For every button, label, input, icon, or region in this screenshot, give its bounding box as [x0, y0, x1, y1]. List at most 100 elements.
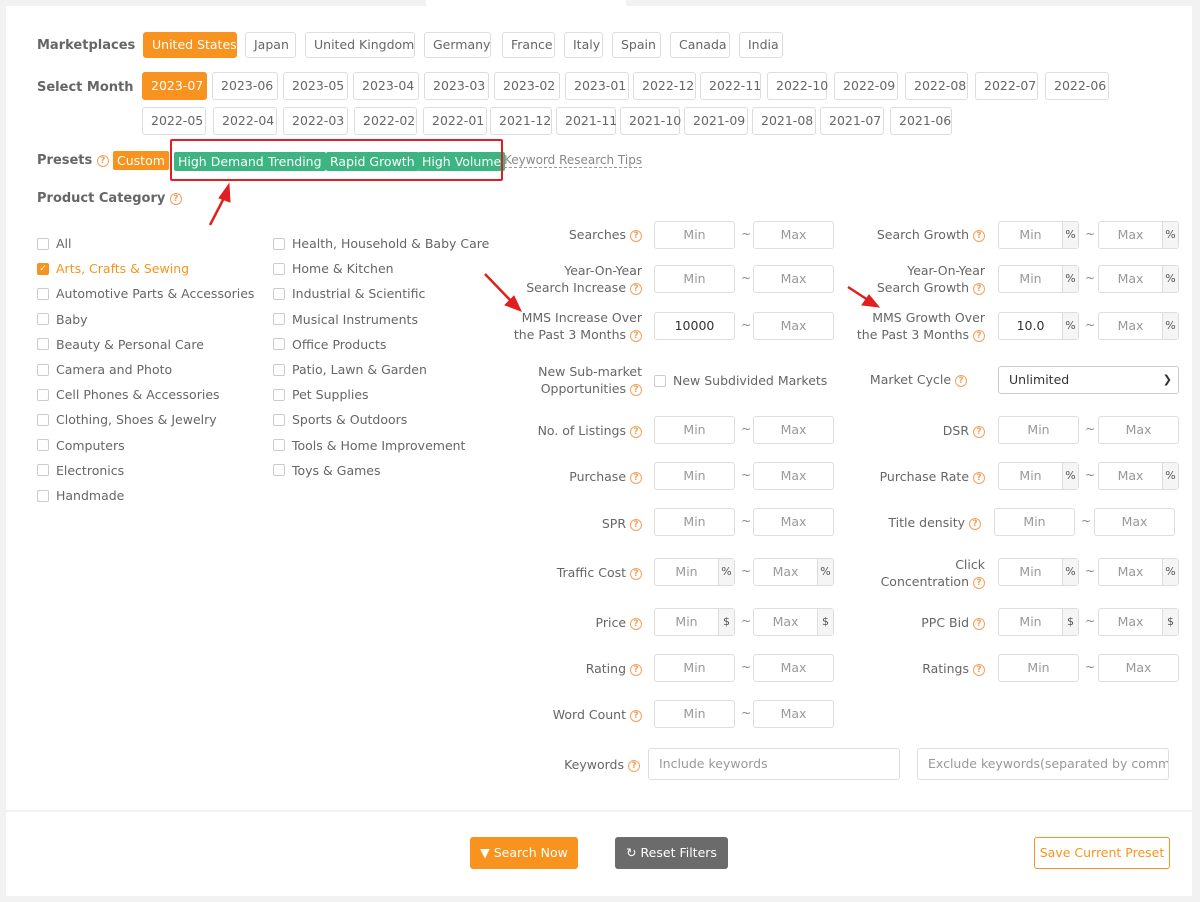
category-checkbox[interactable]: ✓ Arts, Crafts & Sewing: [37, 261, 189, 276]
checkbox-box[interactable]: [654, 374, 666, 387]
category-checkbox[interactable]: Electronics: [37, 463, 124, 478]
checkbox-box[interactable]: [273, 287, 285, 300]
checkbox-box[interactable]: [37, 388, 49, 401]
checkbox-box[interactable]: [273, 262, 285, 275]
rating-max-input[interactable]: Max: [753, 654, 834, 682]
checkbox-box[interactable]: [37, 413, 49, 426]
ratings-max-input[interactable]: Max: [1098, 654, 1179, 682]
checkbox-box[interactable]: [37, 439, 49, 452]
checkbox-box[interactable]: ✓: [37, 262, 49, 275]
category-checkbox[interactable]: Camera and Photo: [37, 362, 172, 377]
reset-filters-button[interactable]: ↻ Reset Filters: [615, 837, 728, 869]
checkbox-box[interactable]: [273, 388, 285, 401]
checkbox-box[interactable]: [37, 287, 49, 300]
purchase-rate-max-input[interactable]: Max%: [1098, 462, 1179, 490]
checkbox-box[interactable]: [273, 313, 285, 326]
checkbox-box[interactable]: [273, 237, 285, 250]
category-checkbox[interactable]: Musical Instruments: [273, 312, 418, 327]
help-icon[interactable]: ?: [630, 282, 642, 295]
word-count-max-input[interactable]: Max: [753, 700, 834, 728]
checkbox-box[interactable]: [37, 363, 49, 376]
help-icon[interactable]: ?: [969, 517, 981, 530]
traffic-cost-max-input[interactable]: Max%: [753, 558, 834, 586]
help-icon[interactable]: ?: [630, 229, 642, 242]
help-icon[interactable]: ?: [630, 425, 642, 438]
yoy-growth-max-input[interactable]: Max%: [1098, 265, 1179, 293]
checkbox-box[interactable]: [37, 313, 49, 326]
help-icon[interactable]: ?: [630, 617, 642, 630]
category-checkbox[interactable]: Tools & Home Improvement: [273, 438, 465, 453]
spr-max-input[interactable]: Max: [753, 508, 834, 536]
category-checkbox[interactable]: Handmade: [37, 488, 124, 503]
category-checkbox[interactable]: Pet Supplies: [273, 387, 369, 402]
category-checkbox[interactable]: Cell Phones & Accessories: [37, 387, 220, 402]
category-checkbox[interactable]: Computers: [37, 438, 125, 453]
help-icon[interactable]: ?: [630, 567, 642, 580]
help-icon[interactable]: ?: [955, 374, 967, 387]
category-checkbox[interactable]: Toys & Games: [273, 463, 381, 478]
checkbox-box[interactable]: [273, 363, 285, 376]
help-icon[interactable]: ?: [630, 471, 642, 484]
help-icon[interactable]: ?: [630, 383, 642, 396]
help-icon[interactable]: ?: [973, 282, 985, 295]
searches-min-input[interactable]: Min: [654, 221, 735, 249]
help-icon[interactable]: ?: [973, 576, 985, 589]
purchase-rate-min-input[interactable]: Min%: [998, 462, 1079, 490]
category-checkbox[interactable]: Baby: [37, 312, 88, 327]
purchase-min-input[interactable]: Min: [654, 462, 735, 490]
include-keywords-input[interactable]: Include keywords: [648, 748, 900, 780]
mms-increase-min-input[interactable]: 10000: [654, 312, 735, 340]
help-icon[interactable]: ?: [973, 617, 985, 630]
mms-increase-max-input[interactable]: Max: [753, 312, 834, 340]
word-count-min-input[interactable]: Min: [654, 700, 735, 728]
checkbox-box[interactable]: [37, 489, 49, 502]
checkbox-box[interactable]: [273, 413, 285, 426]
listings-min-input[interactable]: Min: [654, 416, 735, 444]
dsr-min-input[interactable]: Min: [998, 416, 1079, 444]
save-current-preset-button[interactable]: Save Current Preset: [1034, 837, 1170, 869]
help-icon[interactable]: ?: [973, 229, 985, 242]
checkbox-box[interactable]: [37, 338, 49, 351]
dsr-max-input[interactable]: Max: [1098, 416, 1179, 444]
ppc-bid-max-input[interactable]: Max $: [1098, 608, 1179, 636]
yoy-increase-max-input[interactable]: Max: [753, 265, 834, 293]
price-max-input[interactable]: Max $: [753, 608, 834, 636]
checkbox-box[interactable]: [273, 464, 285, 477]
checkbox-box[interactable]: [273, 439, 285, 452]
traffic-cost-min-input[interactable]: Min%: [654, 558, 735, 586]
help-icon[interactable]: ?: [630, 663, 642, 676]
category-checkbox[interactable]: Sports & Outdoors: [273, 412, 407, 427]
search-growth-max-input[interactable]: Max%: [1098, 221, 1179, 249]
help-icon[interactable]: ?: [630, 709, 642, 722]
click-concentration-max-input[interactable]: Max%: [1098, 558, 1179, 586]
checkbox-box[interactable]: [37, 464, 49, 477]
category-checkbox[interactable]: Office Products: [273, 337, 386, 352]
yoy-increase-min-input[interactable]: Min: [654, 265, 735, 293]
help-icon[interactable]: ?: [630, 329, 642, 342]
checkbox-box[interactable]: [273, 338, 285, 351]
category-checkbox[interactable]: Health, Household & Baby Care: [273, 236, 489, 251]
ratings-min-input[interactable]: Min: [998, 654, 1079, 682]
category-checkbox[interactable]: Patio, Lawn & Garden: [273, 362, 427, 377]
search-growth-min-input[interactable]: Min%: [998, 221, 1079, 249]
market-cycle-select[interactable]: Unlimited ❯: [998, 366, 1179, 394]
listings-max-input[interactable]: Max: [753, 416, 834, 444]
checkbox-box[interactable]: [37, 237, 49, 250]
mms-growth-min-input[interactable]: 10.0%: [998, 312, 1079, 340]
rating-min-input[interactable]: Min: [654, 654, 735, 682]
mms-growth-max-input[interactable]: Max%: [1098, 312, 1179, 340]
category-checkbox[interactable]: Industrial & Scientific: [273, 286, 425, 301]
help-icon[interactable]: ?: [630, 518, 642, 531]
spr-min-input[interactable]: Min: [654, 508, 735, 536]
yoy-growth-min-input[interactable]: Min%: [998, 265, 1079, 293]
category-checkbox[interactable]: Automotive Parts & Accessories: [37, 286, 254, 301]
title-density-max-input[interactable]: Max: [1094, 508, 1175, 536]
help-icon[interactable]: ?: [628, 759, 640, 772]
help-icon[interactable]: ?: [973, 425, 985, 438]
help-icon[interactable]: ?: [973, 471, 985, 484]
category-checkbox[interactable]: All: [37, 236, 72, 251]
new-subdivided-checkbox[interactable]: New Subdivided Markets: [654, 373, 827, 388]
purchase-max-input[interactable]: Max: [753, 462, 834, 490]
price-min-input[interactable]: Min $: [654, 608, 735, 636]
category-checkbox[interactable]: Beauty & Personal Care: [37, 337, 204, 352]
